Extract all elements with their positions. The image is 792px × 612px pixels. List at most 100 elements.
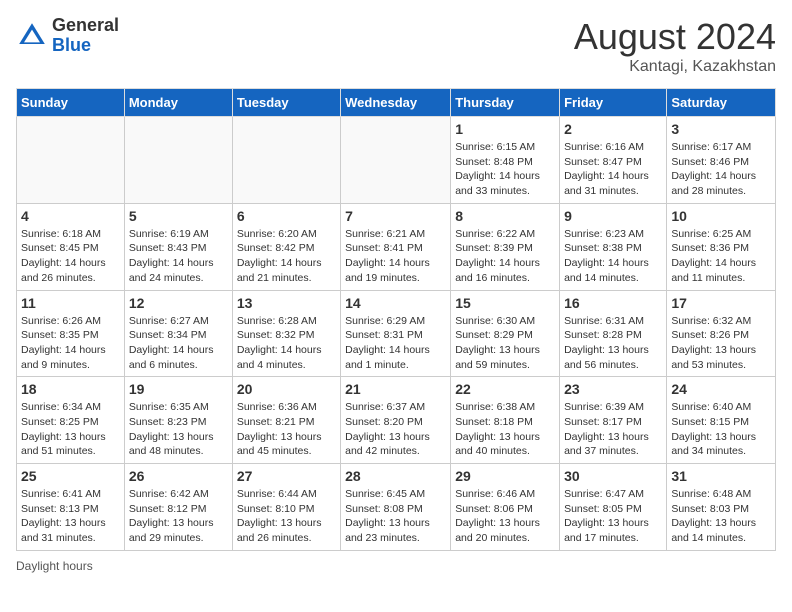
page-header: General Blue August 2024 Kantagi, Kazakh… (16, 16, 776, 76)
day-header-monday: Monday (124, 89, 232, 117)
calendar-week-1: 1 Sunrise: 6:15 AMSunset: 8:48 PMDaylight… (17, 117, 776, 204)
calendar-cell: 30 Sunrise: 6:47 AMSunset: 8:05 PMDayligh… (560, 464, 667, 551)
day-info: Sunrise: 6:36 AMSunset: 8:21 PMDaylight:… (237, 400, 336, 459)
calendar-cell: 24Sunrise: 6:40 AMSunset: 8:15 PMDayligh… (667, 377, 776, 464)
day-number: 14 (345, 295, 446, 311)
day-info: Sunrise: 6:28 AMSunset: 8:32 PMDaylight:… (237, 314, 336, 373)
day-number: 5 (129, 208, 228, 224)
calendar-cell: 13 Sunrise: 6:28 AMSunset: 8:32 PMDayligh… (232, 290, 340, 377)
calendar-cell: 9Sunrise: 6:23 AMSunset: 8:38 PMDaylight… (560, 203, 667, 290)
calendar-cell: 1 Sunrise: 6:15 AMSunset: 8:48 PMDaylight… (451, 117, 560, 204)
day-number: 30 (564, 468, 662, 484)
day-info: Sunrise: 6:25 AMSunset: 8:36 PMDaylight:… (671, 227, 771, 286)
day-info: Sunrise: 6:46 AMSunset: 8:06 PMDaylight:… (455, 487, 555, 546)
day-number: 2 (564, 121, 662, 137)
day-info: Sunrise: 6:44 AMSunset: 8:10 PMDaylight:… (237, 487, 336, 546)
day-info: Sunrise: 6:26 AMSunset: 8:35 PMDaylight:… (21, 314, 120, 373)
calendar-cell: 26 Sunrise: 6:42 AMSunset: 8:12 PMDayligh… (124, 464, 232, 551)
day-number: 21 (345, 381, 446, 397)
day-info: Sunrise: 6:35 AMSunset: 8:23 PMDaylight:… (129, 400, 228, 459)
day-header-saturday: Saturday (667, 89, 776, 117)
day-info: Sunrise: 6:19 AMSunset: 8:43 PMDaylight:… (129, 227, 228, 286)
day-number: 22 (455, 381, 555, 397)
calendar-cell: 20 Sunrise: 6:36 AMSunset: 8:21 PMDayligh… (232, 377, 340, 464)
day-info: Sunrise: 6:37 AMSunset: 8:20 PMDaylight:… (345, 400, 446, 459)
day-info: Sunrise: 6:32 AMSunset: 8:26 PMDaylight:… (671, 314, 771, 373)
calendar-cell: 23 Sunrise: 6:39 AMSunset: 8:17 PMDayligh… (560, 377, 667, 464)
day-number: 17 (671, 295, 771, 311)
day-info: Sunrise: 6:47 AMSunset: 8:05 PMDaylight:… (564, 487, 662, 546)
calendar-cell: 25 Sunrise: 6:41 AMSunset: 8:13 PMDayligh… (17, 464, 125, 551)
day-number: 16 (564, 295, 662, 311)
day-number: 11 (21, 295, 120, 311)
calendar-cell: 12Sunrise: 6:27 AMSunset: 8:34 PMDayligh… (124, 290, 232, 377)
day-info: Sunrise: 6:48 AMSunset: 8:03 PMDaylight:… (671, 487, 771, 546)
day-info: Sunrise: 6:22 AMSunset: 8:39 PMDaylight:… (455, 227, 555, 286)
calendar-week-4: 18 Sunrise: 6:34 AMSunset: 8:25 PMDayligh… (17, 377, 776, 464)
calendar-cell (341, 117, 451, 204)
day-number: 3 (671, 121, 771, 137)
day-info: Sunrise: 6:31 AMSunset: 8:28 PMDaylight:… (564, 314, 662, 373)
day-info: Sunrise: 6:20 AMSunset: 8:42 PMDaylight:… (237, 227, 336, 286)
day-info: Sunrise: 6:41 AMSunset: 8:13 PMDaylight:… (21, 487, 120, 546)
month-year: August 2024 (574, 16, 776, 58)
calendar-cell: 29 Sunrise: 6:46 AMSunset: 8:06 PMDayligh… (451, 464, 560, 551)
day-number: 20 (237, 381, 336, 397)
calendar-cell: 15 Sunrise: 6:30 AMSunset: 8:29 PMDayligh… (451, 290, 560, 377)
day-info: Sunrise: 6:21 AMSunset: 8:41 PMDaylight:… (345, 227, 446, 286)
logo-blue-text: Blue (52, 35, 91, 55)
day-info: Sunrise: 6:45 AMSunset: 8:08 PMDaylight:… (345, 487, 446, 546)
calendar-table: SundayMondayTuesdayWednesdayThursdayFrid… (16, 88, 776, 551)
day-info: Sunrise: 6:42 AMSunset: 8:12 PMDaylight:… (129, 487, 228, 546)
calendar-cell: 2Sunrise: 6:16 AMSunset: 8:47 PMDaylight… (560, 117, 667, 204)
calendar-cell: 31Sunrise: 6:48 AMSunset: 8:03 PMDayligh… (667, 464, 776, 551)
calendar-cell: 14 Sunrise: 6:29 AMSunset: 8:31 PMDayligh… (341, 290, 451, 377)
day-number: 15 (455, 295, 555, 311)
day-info: Sunrise: 6:34 AMSunset: 8:25 PMDaylight:… (21, 400, 120, 459)
calendar-cell: 27 Sunrise: 6:44 AMSunset: 8:10 PMDayligh… (232, 464, 340, 551)
day-number: 29 (455, 468, 555, 484)
day-number: 1 (455, 121, 555, 137)
calendar-cell: 19Sunrise: 6:35 AMSunset: 8:23 PMDayligh… (124, 377, 232, 464)
day-number: 23 (564, 381, 662, 397)
day-info: Sunrise: 6:30 AMSunset: 8:29 PMDaylight:… (455, 314, 555, 373)
title-block: August 2024 Kantagi, Kazakhstan (574, 16, 776, 76)
logo-icon (16, 20, 48, 52)
day-number: 12 (129, 295, 228, 311)
calendar-cell: 3Sunrise: 6:17 AMSunset: 8:46 PMDaylight… (667, 117, 776, 204)
day-number: 24 (671, 381, 771, 397)
calendar-cell: 5 Sunrise: 6:19 AMSunset: 8:43 PMDaylight… (124, 203, 232, 290)
calendar-cell: 7 Sunrise: 6:21 AMSunset: 8:41 PMDaylight… (341, 203, 451, 290)
footer-note: Daylight hours (16, 559, 776, 573)
day-number: 9 (564, 208, 662, 224)
day-number: 13 (237, 295, 336, 311)
day-info: Sunrise: 6:38 AMSunset: 8:18 PMDaylight:… (455, 400, 555, 459)
day-number: 7 (345, 208, 446, 224)
day-number: 28 (345, 468, 446, 484)
day-number: 8 (455, 208, 555, 224)
calendar-cell: 11 Sunrise: 6:26 AMSunset: 8:35 PMDayligh… (17, 290, 125, 377)
logo-text: General Blue (52, 16, 119, 56)
day-info: Sunrise: 6:29 AMSunset: 8:31 PMDaylight:… (345, 314, 446, 373)
day-info: Sunrise: 6:18 AMSunset: 8:45 PMDaylight:… (21, 227, 120, 286)
day-info: Sunrise: 6:15 AMSunset: 8:48 PMDaylight:… (455, 140, 555, 199)
calendar-cell (232, 117, 340, 204)
day-header-wednesday: Wednesday (341, 89, 451, 117)
day-number: 27 (237, 468, 336, 484)
calendar-cell: 10Sunrise: 6:25 AMSunset: 8:36 PMDayligh… (667, 203, 776, 290)
calendar-week-2: 4 Sunrise: 6:18 AMSunset: 8:45 PMDaylight… (17, 203, 776, 290)
calendar-cell: 4 Sunrise: 6:18 AMSunset: 8:45 PMDaylight… (17, 203, 125, 290)
calendar-week-5: 25 Sunrise: 6:41 AMSunset: 8:13 PMDayligh… (17, 464, 776, 551)
location: Kantagi, Kazakhstan (574, 58, 776, 76)
calendar-cell: 6 Sunrise: 6:20 AMSunset: 8:42 PMDaylight… (232, 203, 340, 290)
day-number: 25 (21, 468, 120, 484)
day-number: 4 (21, 208, 120, 224)
day-info: Sunrise: 6:39 AMSunset: 8:17 PMDaylight:… (564, 400, 662, 459)
day-header-tuesday: Tuesday (232, 89, 340, 117)
day-number: 26 (129, 468, 228, 484)
calendar-cell: 18 Sunrise: 6:34 AMSunset: 8:25 PMDayligh… (17, 377, 125, 464)
day-number: 18 (21, 381, 120, 397)
logo-general: General (52, 15, 119, 35)
day-number: 6 (237, 208, 336, 224)
calendar-cell: 28 Sunrise: 6:45 AMSunset: 8:08 PMDayligh… (341, 464, 451, 551)
